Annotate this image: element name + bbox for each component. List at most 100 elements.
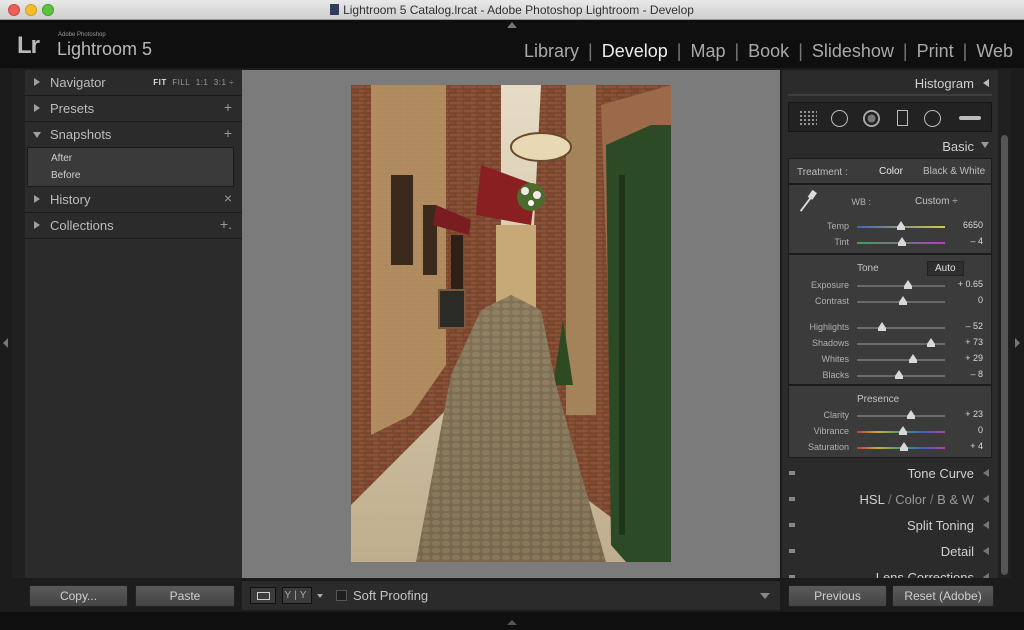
window-title: Lightroom 5 Catalog.lrcat - Adobe Photos…: [0, 3, 1024, 17]
detail-header[interactable]: Detail: [782, 538, 998, 564]
loupe-view-button[interactable]: [250, 587, 276, 604]
module-book[interactable]: Book: [748, 41, 789, 62]
highlights-slider-knob[interactable]: [878, 322, 886, 331]
wb-select[interactable]: Custom ÷: [915, 196, 958, 207]
copy-button[interactable]: Copy...: [29, 585, 128, 607]
auto-tone-button[interactable]: Auto: [927, 261, 964, 276]
clarity-slider-knob[interactable]: [907, 410, 915, 419]
graduated-filter-icon[interactable]: [897, 110, 908, 126]
document-icon: [330, 4, 340, 15]
panel-switch-icon[interactable]: [789, 497, 795, 501]
add-snapshot-icon[interactable]: +: [224, 125, 232, 141]
histogram-header[interactable]: Histogram: [782, 70, 998, 96]
hsl-tab[interactable]: HSL: [860, 492, 885, 507]
module-library[interactable]: Library: [524, 41, 579, 62]
tint-slider-knob[interactable]: [898, 237, 906, 246]
treatment-row: Treatment : Color Black & White: [788, 158, 992, 184]
expand-icon: [983, 547, 989, 555]
add-collection-icon[interactable]: +.: [220, 216, 232, 232]
expand-icon: [34, 78, 40, 86]
panel-switch-icon[interactable]: [789, 575, 795, 578]
history-header[interactable]: History ×: [25, 187, 242, 213]
vibrance-slider-knob[interactable]: [899, 426, 907, 435]
collapse-icon: [33, 132, 41, 138]
loupe-view-icon: [257, 592, 270, 600]
left-panel: Navigator FIT FILL 1:1 3:1 ÷ Presets + S…: [25, 70, 242, 578]
adjustment-brush-icon[interactable]: [959, 116, 981, 120]
right-panel: Histogram Basic Treatment : Color Black …: [782, 70, 998, 578]
module-picker: Library | Develop | Map | Book | Slidesh…: [524, 41, 1013, 62]
add-preset-icon[interactable]: +: [224, 99, 232, 115]
exposure-slider-knob[interactable]: [904, 280, 912, 289]
basic-header[interactable]: Basic: [782, 133, 998, 159]
snapshots-header[interactable]: Snapshots +: [25, 122, 242, 148]
whites-slider[interactable]: [857, 359, 945, 361]
blacks-slider-knob[interactable]: [895, 370, 903, 379]
temp-slider-knob[interactable]: [897, 221, 905, 230]
saturation-slider-knob[interactable]: [900, 442, 908, 451]
snapshot-item-after[interactable]: After: [51, 153, 72, 164]
lightroom-logo: Lr: [17, 32, 40, 59]
whites-slider-knob[interactable]: [909, 354, 917, 363]
panel-switch-icon[interactable]: [789, 471, 795, 475]
expand-icon: [983, 521, 989, 529]
left-panel-scrollbar[interactable]: [12, 70, 25, 578]
module-slideshow[interactable]: Slideshow: [812, 41, 894, 62]
navigator-zoom-options[interactable]: FIT FILL 1:1 3:1 ÷: [153, 78, 234, 87]
top-panel-toggle-icon[interactable]: [507, 22, 517, 28]
radial-filter-icon[interactable]: [924, 110, 941, 127]
treatment-bw-button[interactable]: Black & White: [923, 166, 985, 177]
photo-preview[interactable]: [351, 85, 671, 562]
before-after-dropdown-icon[interactable]: [317, 594, 323, 598]
filmstrip-bar: [0, 612, 1024, 630]
product-name: Lightroom 5: [57, 39, 153, 59]
clear-history-icon[interactable]: ×: [224, 190, 232, 206]
shadows-slider-knob[interactable]: [927, 338, 935, 347]
bw-tab[interactable]: B & W: [937, 492, 974, 507]
right-panel-scrollbar[interactable]: [998, 70, 1011, 578]
clarity-slider[interactable]: [857, 415, 945, 417]
hsl-header[interactable]: HSL / Color / B & W: [782, 486, 998, 512]
panel-switch-icon[interactable]: [789, 523, 795, 527]
left-panel-toggle-icon[interactable]: [3, 338, 8, 348]
snapshot-item-before[interactable]: Before: [51, 170, 80, 181]
soft-proofing-checkbox[interactable]: [336, 590, 347, 601]
tone-section: Tone Auto Exposure + 0.65 Contrast 0 Hig…: [788, 254, 992, 385]
exposure-slider[interactable]: [857, 285, 945, 287]
lens-corrections-header[interactable]: Lens Corrections: [782, 564, 998, 578]
spot-removal-icon[interactable]: [831, 110, 848, 127]
split-toning-header[interactable]: Split Toning: [782, 512, 998, 538]
expand-icon: [983, 469, 989, 477]
paste-button[interactable]: Paste: [135, 585, 235, 607]
color-tab[interactable]: Color: [895, 492, 926, 507]
presence-section: Presence Clarity + 23 Vibrance 0 Saturat…: [788, 385, 992, 458]
module-print[interactable]: Print: [917, 41, 954, 62]
tool-strip: [788, 102, 992, 132]
module-map[interactable]: Map: [690, 41, 725, 62]
contrast-slider-knob[interactable]: [899, 296, 907, 305]
snapshots-list: After Before: [27, 147, 234, 187]
toolbar-menu-icon[interactable]: [760, 593, 770, 599]
panel-switch-icon[interactable]: [789, 549, 795, 553]
right-panel-toggle-icon[interactable]: [1015, 338, 1020, 348]
scrollbar-thumb[interactable]: [1001, 135, 1008, 575]
presets-header[interactable]: Presets +: [25, 96, 242, 122]
highlights-slider[interactable]: [857, 327, 945, 329]
collapse-icon: [983, 79, 989, 87]
navigator-header[interactable]: Navigator FIT FILL 1:1 3:1 ÷: [25, 70, 242, 96]
module-develop[interactable]: Develop: [602, 41, 668, 62]
crop-overlay-icon[interactable]: [799, 110, 817, 126]
collections-header[interactable]: Collections +.: [25, 213, 242, 239]
before-after-button[interactable]: Y|Y: [282, 587, 312, 604]
tone-curve-header[interactable]: Tone Curve: [782, 460, 998, 486]
expand-icon: [981, 142, 989, 148]
histogram-divider: [788, 94, 992, 96]
reset-button[interactable]: Reset (Adobe): [892, 585, 994, 607]
filmstrip-toggle-icon[interactable]: [507, 620, 517, 625]
previous-button[interactable]: Previous: [788, 585, 887, 607]
module-web[interactable]: Web: [976, 41, 1013, 62]
expand-icon: [983, 495, 989, 503]
white-balance-section: WB : Custom ÷ Temp 6650 Tint – 4: [788, 184, 992, 254]
treatment-color-button[interactable]: Color: [879, 166, 903, 177]
red-eye-icon[interactable]: [863, 110, 880, 127]
